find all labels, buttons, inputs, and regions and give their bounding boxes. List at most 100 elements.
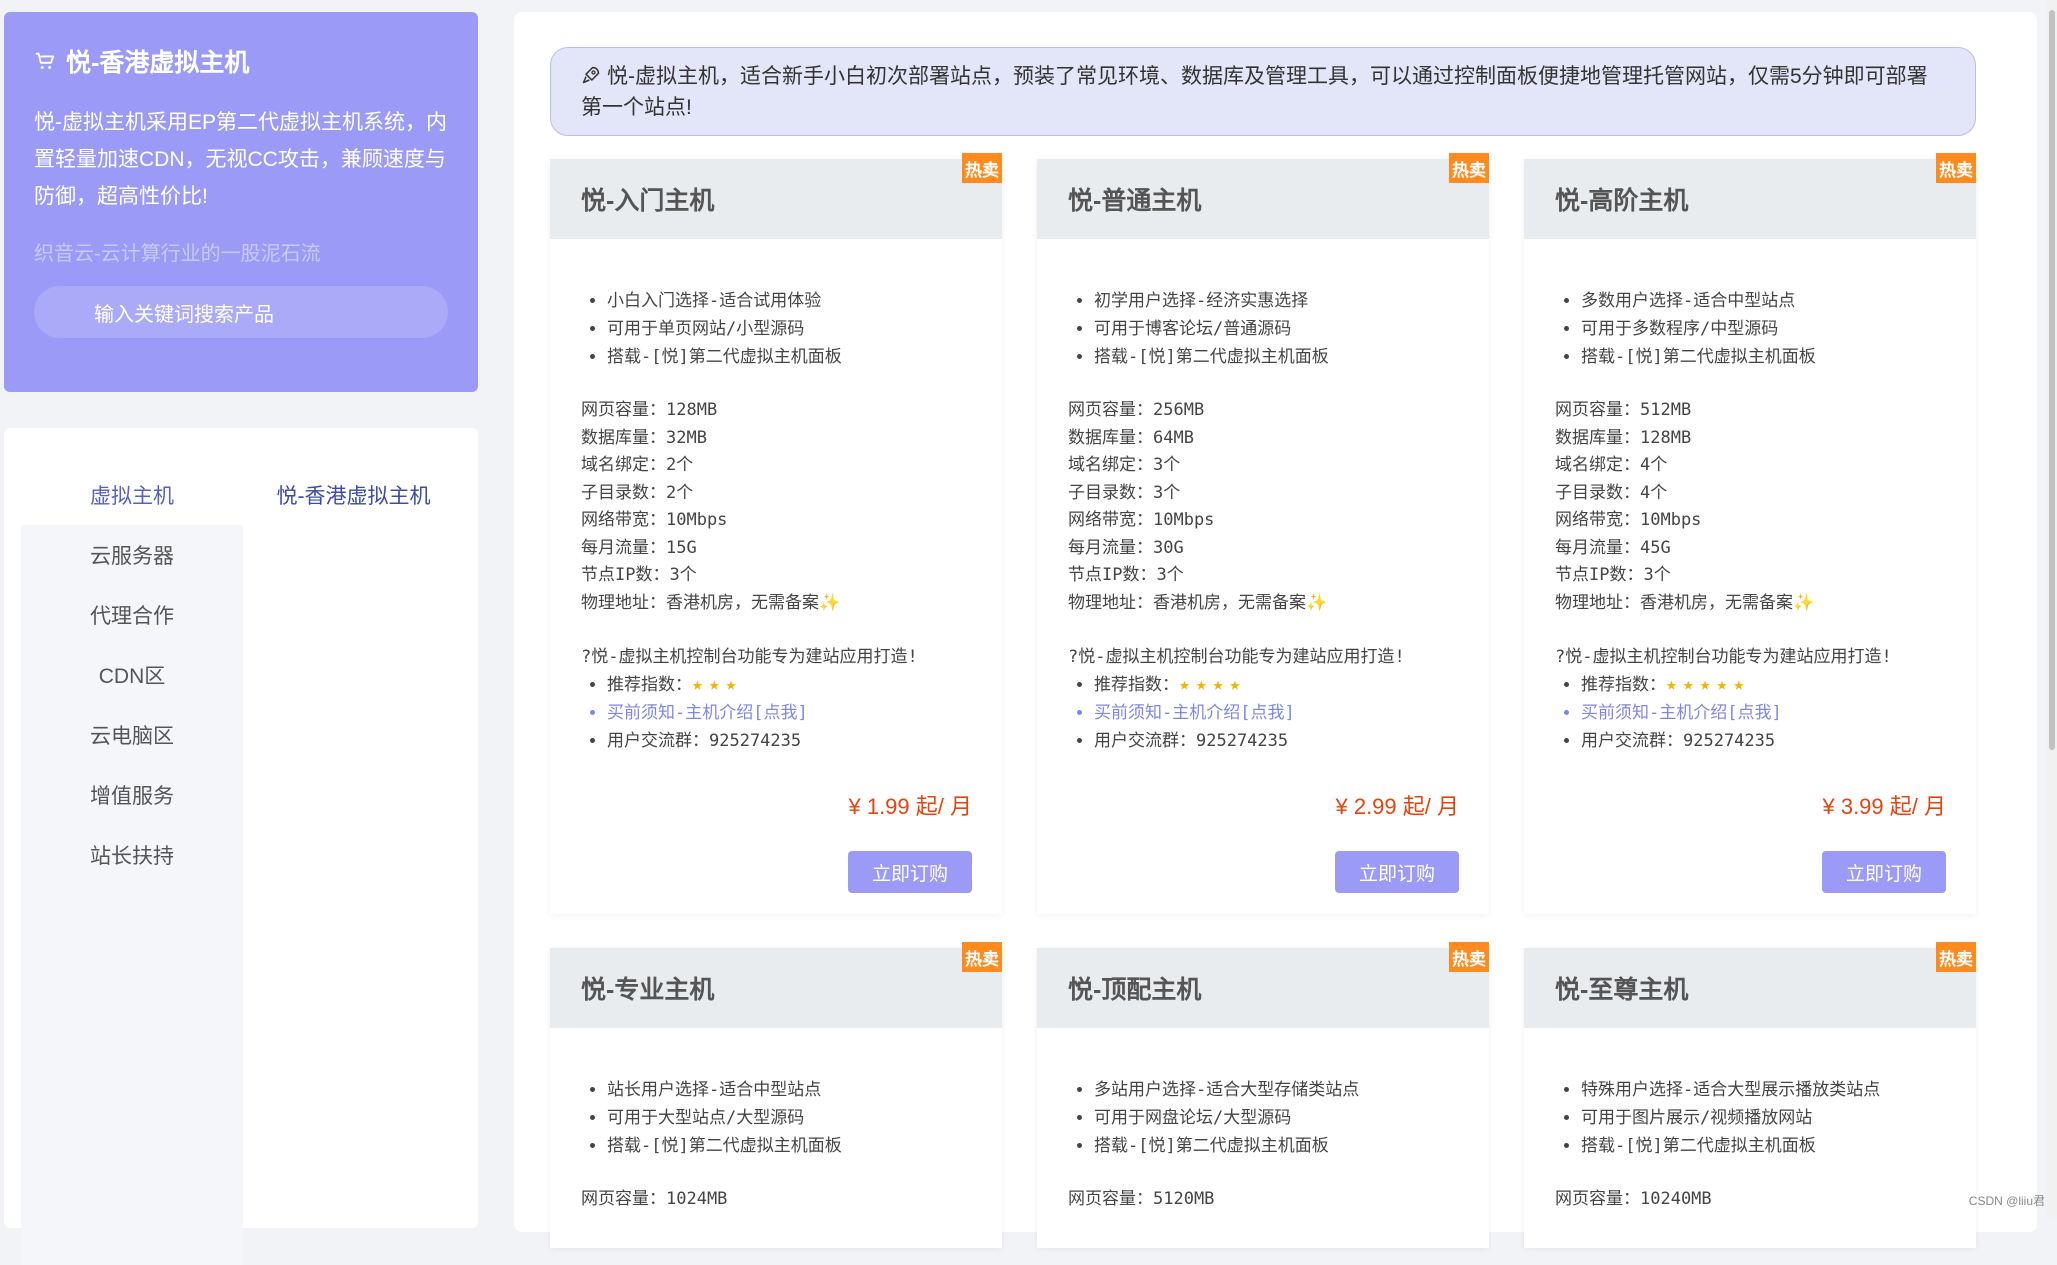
- star-rating: ★★★★: [1179, 674, 1247, 695]
- nav-item-agent[interactable]: 代理合作: [21, 585, 243, 645]
- spec-web-space: 网页容量：1024MB: [581, 1189, 728, 1209]
- feature-item: 可用于图片展示/视频播放网站: [1581, 1104, 1976, 1132]
- nav-item-webmaster[interactable]: 站长扶持: [21, 825, 243, 885]
- spec-subdirs: 子目录数：4个: [1555, 482, 1668, 503]
- spec-db-space: 数据库量：64MB: [1068, 427, 1194, 448]
- nav-subitem-hk-virtual-host[interactable]: 悦-香港虚拟主机: [243, 465, 464, 525]
- spec-traffic: 每月流量：30G: [1068, 537, 1184, 558]
- nav-item-cdn[interactable]: CDN区: [21, 645, 243, 705]
- user-group: 用户交流群：925274235: [1094, 727, 1489, 755]
- product-search-input[interactable]: 输入关键词搜索产品: [34, 286, 448, 338]
- extra-list: 推荐指数：★★★★★ 买前须知-主机介绍[点我] 用户交流群：925274235: [1555, 671, 1976, 755]
- spec-db-space: 数据库量：128MB: [1555, 427, 1692, 448]
- spec-bandwidth: 网络带宽：10Mbps: [581, 510, 728, 530]
- spec-list: 网页容量：5120MB: [1068, 1186, 1489, 1214]
- buy-notice-link[interactable]: 买前须知-主机介绍[点我]: [1094, 699, 1489, 727]
- hero-panel: 悦-香港虚拟主机 悦-虚拟主机采用EP第二代虚拟主机系统，内置轻量加速CDN，无…: [4, 12, 478, 392]
- spec-web-space: 网页容量：5120MB: [1068, 1189, 1215, 1209]
- card-header: 悦-高阶主机 热卖: [1524, 153, 1976, 239]
- extra-list: 推荐指数：★★★★ 买前须知-主机介绍[点我] 用户交流群：925274235: [1068, 671, 1489, 755]
- rocket-icon: [582, 66, 600, 84]
- feature-item: 特殊用户选择-适合大型展示播放类站点: [1581, 1076, 1976, 1104]
- spec-traffic: 每月流量：15G: [581, 537, 697, 558]
- spec-bandwidth: 网络带宽：10Mbps: [1555, 510, 1702, 530]
- feature-list: 多数用户选择-适合中型站点 可用于多数程序/中型源码 搭载-[悦]第二代虚拟主机…: [1555, 287, 1976, 371]
- card-body: 多站用户选择-适合大型存储类站点 可用于网盘论坛/大型源码 搭载-[悦]第二代虚…: [1037, 1028, 1489, 1214]
- hero-title-row: 悦-香港虚拟主机: [34, 44, 448, 78]
- spec-subdirs: 子目录数：3个: [1068, 482, 1181, 503]
- spec-subdirs: 子目录数：2个: [581, 482, 694, 503]
- hot-badge: 热卖: [1449, 153, 1489, 183]
- feature-list: 小白入门选择-适合试用体验 可用于单页网站/小型源码 搭载-[悦]第二代虚拟主机…: [581, 287, 1002, 371]
- spec-list: 网页容量：1024MB: [581, 1186, 1002, 1214]
- price: ¥ 2.99 起/ 月: [1335, 794, 1459, 819]
- spec-domains: 域名绑定：2个: [581, 455, 694, 475]
- feature-item: 可用于多数程序/中型源码: [1581, 315, 1976, 343]
- buy-notice-link[interactable]: 买前须知-主机介绍[点我]: [607, 699, 1002, 727]
- feature-list: 特殊用户选择-适合大型展示播放类站点 可用于图片展示/视频播放网站 搭载-[悦]…: [1555, 1076, 1976, 1160]
- card-note: ?悦-虚拟主机控制台功能专为建站应用打造!: [1068, 647, 1405, 667]
- watermark: CSDN @liiu君: [1968, 1194, 2045, 1208]
- buy-notice-link[interactable]: 买前须知-主机介绍[点我]: [1581, 699, 1976, 727]
- order-button[interactable]: 立即订购: [848, 851, 972, 893]
- card-header: 悦-入门主机 热卖: [550, 153, 1002, 239]
- nav-item-cloud-server[interactable]: 云服务器: [21, 525, 243, 585]
- spec-list: 网页容量：10240MB: [1555, 1186, 1976, 1214]
- feature-list: 站长用户选择-适合中型站点 可用于大型站点/大型源码 搭载-[悦]第二代虚拟主机…: [581, 1076, 1002, 1160]
- star-rating: ★★★★★: [1666, 674, 1751, 695]
- page-scrollbar[interactable]: [2047, 0, 2057, 1217]
- spec-web-space: 网页容量：256MB: [1068, 400, 1205, 420]
- hero-slogan: 织音云-云计算行业的一股泥石流: [34, 243, 321, 265]
- card-title: 悦-顶配主机: [1068, 976, 1202, 1004]
- nav-item-cloud-pc[interactable]: 云电脑区: [21, 705, 243, 765]
- nav-item-value-added[interactable]: 增值服务: [21, 765, 243, 825]
- nav-item-virtual-host[interactable]: 虚拟主机: [21, 465, 243, 525]
- card-body: 初学用户选择-经济实惠选择 可用于博客论坛/普通源码 搭载-[悦]第二代虚拟主机…: [1037, 239, 1489, 755]
- card-title: 悦-至尊主机: [1555, 976, 1689, 1004]
- card-title: 悦-高阶主机: [1555, 187, 1689, 215]
- product-card: 悦-普通主机 热卖 初学用户选择-经济实惠选择 可用于博客论坛/普通源码 搭载-…: [1037, 153, 1489, 914]
- feature-item: 多站用户选择-适合大型存储类站点: [1094, 1076, 1489, 1104]
- product-card: 悦-入门主机 热卖 小白入门选择-适合试用体验 可用于单页网站/小型源码 搭载-…: [550, 153, 1002, 914]
- main-panel: 悦-虚拟主机，适合新手小白初次部署站点，预装了常见环境、数据库及管理工具，可以通…: [514, 12, 2037, 1248]
- card-title: 悦-专业主机: [581, 976, 715, 1004]
- feature-item: 小白入门选择-适合试用体验: [607, 287, 1002, 315]
- product-card: 悦-专业主机 热卖 站长用户选择-适合中型站点 可用于大型站点/大型源码 搭载-…: [550, 942, 1002, 1248]
- spec-domains: 域名绑定：4个: [1555, 455, 1668, 475]
- feature-item: 搭载-[悦]第二代虚拟主机面板: [1094, 1132, 1489, 1160]
- card-note: ?悦-虚拟主机控制台功能专为建站应用打造!: [1555, 647, 1892, 667]
- user-group: 用户交流群：925274235: [1581, 727, 1976, 755]
- hot-badge: 热卖: [962, 942, 1002, 972]
- feature-item: 搭载-[悦]第二代虚拟主机面板: [1581, 1132, 1976, 1160]
- feature-item: 可用于网盘论坛/大型源码: [1094, 1104, 1489, 1132]
- extra-list: 推荐指数：★★★ 买前须知-主机介绍[点我] 用户交流群：925274235: [581, 671, 1002, 755]
- price: ¥ 3.99 起/ 月: [1822, 794, 1946, 819]
- spec-web-space: 网页容量：128MB: [581, 400, 718, 420]
- product-card: 悦-至尊主机 热卖 特殊用户选择-适合大型展示播放类站点 可用于图片展示/视频播…: [1524, 942, 1976, 1248]
- feature-item: 搭载-[悦]第二代虚拟主机面板: [1094, 343, 1489, 371]
- feature-list: 多站用户选择-适合大型存储类站点 可用于网盘论坛/大型源码 搭载-[悦]第二代虚…: [1068, 1076, 1489, 1160]
- spec-domains: 域名绑定：3个: [1068, 455, 1181, 475]
- feature-list: 初学用户选择-经济实惠选择 可用于博客论坛/普通源码 搭载-[悦]第二代虚拟主机…: [1068, 287, 1489, 371]
- feature-item: 可用于大型站点/大型源码: [607, 1104, 1002, 1132]
- order-button[interactable]: 立即订购: [1335, 851, 1459, 893]
- spec-db-space: 数据库量：32MB: [581, 427, 707, 448]
- spec-location: 物理地址：香港机房，无需备案✨: [581, 592, 841, 613]
- feature-item: 多数用户选择-适合中型站点: [1581, 287, 1976, 315]
- scrollbar-thumb[interactable]: [2049, 10, 2055, 750]
- notice-text: 悦-虚拟主机，适合新手小白初次部署站点，预装了常见环境、数据库及管理工具，可以通…: [581, 65, 1928, 119]
- card-body: 站长用户选择-适合中型站点 可用于大型站点/大型源码 搭载-[悦]第二代虚拟主机…: [550, 1028, 1002, 1214]
- card-body: 多数用户选择-适合中型站点 可用于多数程序/中型源码 搭载-[悦]第二代虚拟主机…: [1524, 239, 1976, 755]
- spec-web-space: 网页容量：512MB: [1555, 400, 1692, 420]
- order-button[interactable]: 立即订购: [1822, 851, 1946, 893]
- feature-item: 站长用户选择-适合中型站点: [607, 1076, 1002, 1104]
- feature-item: 初学用户选择-经济实惠选择: [1094, 287, 1489, 315]
- feature-item: 搭载-[悦]第二代虚拟主机面板: [607, 1132, 1002, 1160]
- hot-badge: 热卖: [962, 153, 1002, 183]
- recommend-row: 推荐指数：★★★★★: [1581, 671, 1976, 699]
- hot-badge: 热卖: [1936, 153, 1976, 183]
- card-body: 特殊用户选择-适合大型展示播放类站点 可用于图片展示/视频播放网站 搭载-[悦]…: [1524, 1028, 1976, 1214]
- spec-ip-count: 节点IP数：3个: [1068, 565, 1184, 585]
- product-card: 悦-高阶主机 热卖 多数用户选择-适合中型站点 可用于多数程序/中型源码 搭载-…: [1524, 153, 1976, 914]
- price: ¥ 1.99 起/ 月: [848, 794, 972, 819]
